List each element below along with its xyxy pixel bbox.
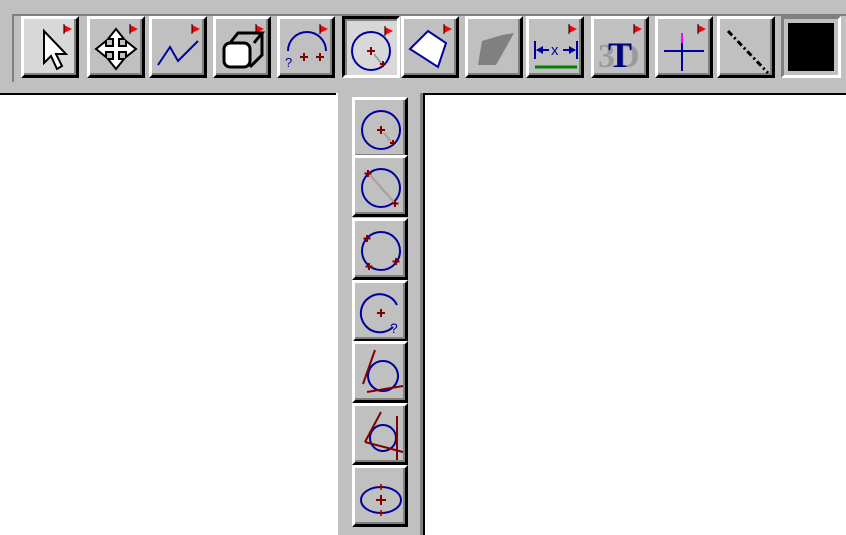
circle-tangent-two-button[interactable]	[352, 341, 408, 403]
ellipse-button[interactable]	[352, 465, 408, 527]
move-arrows-icon	[94, 24, 138, 71]
circle-two-point-button[interactable]	[352, 155, 408, 217]
move-tool-button[interactable]	[87, 16, 145, 78]
dimension-x-label: x	[551, 42, 559, 59]
arc-icon: ?	[285, 24, 328, 70]
hatch-tool-button[interactable]	[465, 16, 523, 78]
circle-center-radius-icon	[361, 110, 401, 150]
arrow-pointer-icon	[43, 24, 72, 71]
box3d-tool-button[interactable]	[213, 16, 271, 78]
circle-center-question-icon: ?	[359, 293, 398, 336]
circle-icon	[351, 26, 393, 71]
line-style-button[interactable]	[717, 16, 775, 78]
circle-center-question-button[interactable]: ?	[352, 280, 408, 342]
main-toolbar: ? x 3D T	[0, 0, 846, 95]
polyline-tool-button[interactable]	[149, 16, 207, 78]
dashed-line-icon	[726, 29, 770, 75]
polygon-icon	[408, 24, 452, 69]
text3d-tool-button[interactable]: 3D T	[591, 16, 649, 78]
circle-three-point-icon	[361, 231, 401, 271]
current-color-swatch[interactable]	[781, 16, 841, 78]
circle-flyout: ?	[336, 93, 425, 535]
circle-tool-button[interactable]	[342, 16, 400, 78]
circle-tangent-three-button[interactable]	[352, 403, 408, 465]
3d-box-icon	[222, 24, 266, 69]
select-tool-button[interactable]	[21, 16, 79, 78]
circle-tangent-two-icon	[362, 349, 404, 393]
circle-three-point-button[interactable]	[352, 218, 408, 280]
question-mark-label: ?	[390, 320, 398, 336]
3d-text-icon: 3D T	[598, 24, 642, 75]
circle-tangent-three-icon	[364, 411, 404, 460]
ellipse-icon	[360, 484, 402, 516]
circle-center-radius-button[interactable]	[352, 97, 408, 159]
crosshair-tool-button[interactable]	[655, 16, 713, 78]
circle-two-point-icon	[361, 168, 401, 208]
arc-tool-button[interactable]: ?	[277, 16, 335, 78]
dimension-icon: x	[534, 24, 578, 69]
hatch-shape-icon	[478, 33, 514, 65]
color-fill	[788, 23, 834, 71]
3d-text-front-label: T	[608, 35, 632, 75]
crosshair-icon	[664, 24, 706, 71]
polyline-icon	[157, 24, 200, 66]
svg-text:?: ?	[285, 55, 292, 70]
polygon-tool-button[interactable]	[401, 16, 459, 78]
dimension-tool-button[interactable]: x	[526, 16, 584, 78]
